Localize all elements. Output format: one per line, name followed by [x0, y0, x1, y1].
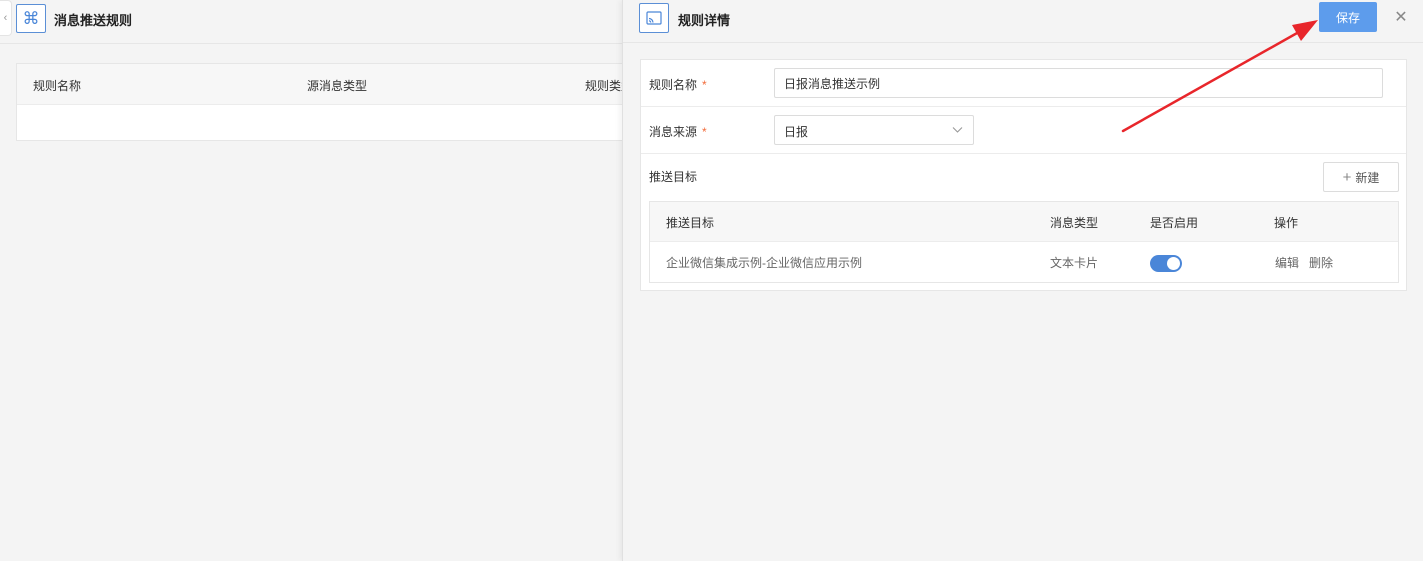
source-select[interactable]: 日报	[774, 115, 974, 145]
drawer-header: 规则详情 保存 ✕	[623, 0, 1423, 43]
source-row: 消息来源 * 日报	[641, 107, 1406, 154]
delete-link[interactable]: 删除	[1309, 254, 1333, 271]
target-cell: 企业微信集成示例-企业微信应用示例	[666, 256, 862, 270]
new-button-label: 新建	[1355, 170, 1380, 185]
rule-list-page: ⌘ 消息推送规则 ‹ 规则名称 源消息类型 规则类型	[0, 0, 633, 561]
chevron-down-icon	[952, 127, 963, 133]
rule-name-row: 规则名称 *	[641, 60, 1406, 107]
rule-name-input[interactable]	[774, 68, 1383, 98]
message-type-cell: 文本卡片	[1050, 256, 1099, 270]
rule-detail-drawer: 规则详情 保存 ✕ 规则名称* 消息来源* 日报 推送目标 + 新建	[622, 0, 1423, 561]
targets-label: 推送目标	[649, 170, 698, 184]
rule-table-header: 规则名称 源消息类型 规则类型	[17, 64, 633, 105]
close-icon[interactable]: ✕	[1391, 6, 1411, 28]
column-header-message-type: 消息类型	[1050, 216, 1099, 230]
edit-link[interactable]: 编辑	[1275, 254, 1299, 271]
column-header-enabled: 是否启用	[1150, 216, 1199, 230]
source-label: 消息来源 *	[649, 125, 707, 139]
page-title: 消息推送规则	[54, 13, 133, 28]
column-header-target: 推送目标	[666, 216, 715, 230]
plus-icon: +	[1342, 168, 1352, 186]
save-button[interactable]: 保存	[1319, 2, 1377, 32]
required-mark: *	[702, 78, 707, 92]
column-header-actions: 操作	[1274, 216, 1299, 230]
left-header: ⌘ 消息推送规则	[0, 0, 622, 44]
collapse-sidebar-button[interactable]: ‹	[0, 0, 12, 36]
new-target-button[interactable]: + 新建	[1323, 162, 1399, 192]
required-mark: *	[702, 125, 707, 139]
rule-name-label: 规则名称 *	[649, 78, 707, 92]
target-table-header: 推送目标 消息类型 是否启用 操作	[650, 202, 1398, 242]
target-table: 推送目标 消息类型 是否启用 操作 企业微信集成示例-企业微信应用示例 文本卡片…	[649, 201, 1399, 283]
enabled-toggle[interactable]	[1150, 255, 1182, 272]
column-header-rule-name: 规则名称	[33, 79, 82, 93]
table-row: 企业微信集成示例-企业微信应用示例 文本卡片 编辑 删除	[650, 242, 1398, 282]
command-icon: ⌘	[16, 4, 46, 33]
toggle-knob	[1167, 257, 1180, 270]
rule-form: 规则名称* 消息来源* 日报 推送目标 + 新建 推送目标 消息类型 是否启用	[640, 59, 1407, 291]
rule-table: 规则名称 源消息类型 规则类型	[16, 63, 633, 141]
source-select-value: 日报	[784, 125, 809, 139]
cast-icon	[639, 3, 669, 33]
column-header-source-type: 源消息类型	[307, 79, 368, 93]
drawer-title: 规则详情	[678, 13, 731, 28]
